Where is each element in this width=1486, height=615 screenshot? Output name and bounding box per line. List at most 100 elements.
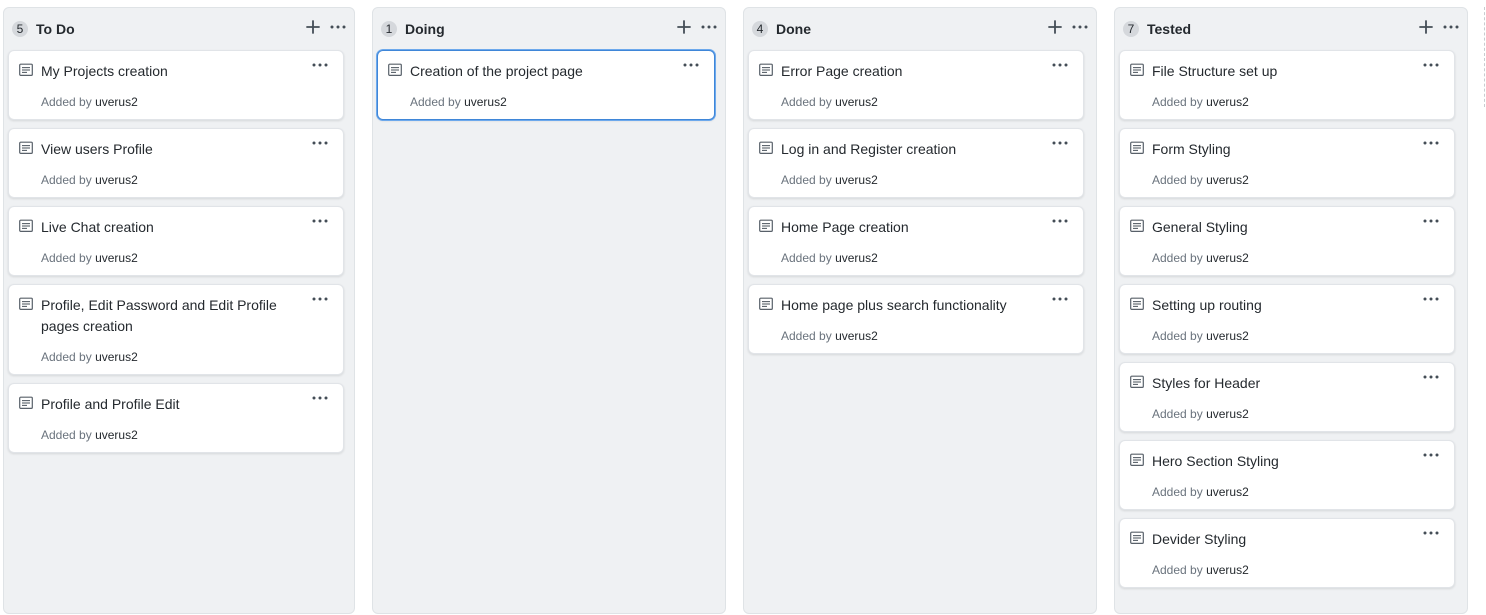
card-menu-button[interactable]: [1051, 214, 1069, 228]
card-menu-button[interactable]: [1051, 136, 1069, 150]
card-item[interactable]: Log in and Register creation Added by uve…: [748, 128, 1084, 198]
card-menu-button[interactable]: [311, 214, 329, 228]
card-item[interactable]: View users Profile Added by uverus2: [8, 128, 344, 198]
kebab-horizontal-icon: [1051, 293, 1069, 310]
card-item[interactable]: Form Styling Added by uverus2: [1119, 128, 1455, 198]
card-item[interactable]: Error Page creation Added by uverus2: [748, 50, 1084, 120]
card-title: Styles for Header: [1152, 375, 1261, 391]
card-menu-button[interactable]: [311, 292, 329, 306]
card-title: Home page plus search functionality: [781, 297, 1007, 313]
card-item[interactable]: Profile, Edit Password and Edit Profile …: [8, 284, 344, 375]
column-menu-button[interactable]: [1442, 17, 1460, 37]
kebab-horizontal-icon: [1422, 371, 1440, 388]
card-menu-button[interactable]: [1051, 58, 1069, 72]
card-item[interactable]: Live Chat creation Added by uverus2: [8, 206, 344, 276]
card-item[interactable]: Devider Styling Added by uverus2: [1119, 518, 1455, 588]
card-title: File Structure set up: [1152, 63, 1278, 79]
author-link[interactable]: uverus2: [1206, 173, 1249, 187]
card-menu-button[interactable]: [1422, 526, 1440, 540]
added-by-label: Added by: [781, 251, 832, 265]
author-link[interactable]: uverus2: [835, 95, 878, 109]
author-link[interactable]: uverus2: [95, 251, 138, 265]
author-link[interactable]: uverus2: [95, 350, 138, 364]
plus-icon: [675, 20, 693, 41]
author-link[interactable]: uverus2: [835, 251, 878, 265]
card-item[interactable]: Setting up routing Added by uverus2: [1119, 284, 1455, 354]
column-menu-button[interactable]: [700, 17, 718, 37]
card-item[interactable]: General Styling Added by uverus2: [1119, 206, 1455, 276]
card-meta: Added by uverus2: [41, 94, 138, 110]
card-item[interactable]: Profile and Profile Edit Added by uverus2: [8, 383, 344, 453]
author-link[interactable]: uverus2: [1206, 485, 1249, 499]
card-menu-button[interactable]: [1422, 58, 1440, 72]
kebab-horizontal-icon: [1051, 59, 1069, 76]
board-scroll-edge: [1484, 7, 1485, 107]
card-meta: Added by uverus2: [1152, 484, 1249, 500]
card-item[interactable]: File Structure set up Added by uverus2: [1119, 50, 1455, 120]
note-icon: [19, 63, 33, 77]
column-header: 1 Doing: [373, 8, 725, 48]
kebab-horizontal-icon: [1051, 215, 1069, 232]
card-menu-button[interactable]: [311, 58, 329, 72]
card-item[interactable]: Creation of the project page Added by uve…: [377, 50, 715, 120]
card-title: Hero Section Styling: [1152, 453, 1279, 469]
author-link[interactable]: uverus2: [95, 173, 138, 187]
card-menu-button[interactable]: [1422, 370, 1440, 384]
card-title: Devider Styling: [1152, 531, 1247, 547]
add-card-button[interactable]: [1417, 17, 1435, 37]
card-menu-button[interactable]: [1422, 448, 1440, 462]
card-meta: Added by uverus2: [781, 328, 878, 344]
author-link[interactable]: uverus2: [1206, 251, 1249, 265]
card-title: Live Chat creation: [41, 219, 154, 235]
added-by-label: Added by: [1152, 95, 1203, 109]
card-menu-button[interactable]: [1422, 214, 1440, 228]
added-by-label: Added by: [1152, 485, 1203, 499]
author-link[interactable]: uverus2: [1206, 329, 1249, 343]
card-menu-button[interactable]: [1422, 136, 1440, 150]
card-menu-button[interactable]: [311, 391, 329, 405]
note-icon: [19, 219, 33, 233]
card-meta: Added by uverus2: [41, 250, 138, 266]
kebab-horizontal-icon: [311, 215, 329, 232]
kebab-horizontal-icon: [1442, 24, 1460, 41]
note-icon: [1130, 531, 1144, 545]
card-item[interactable]: Styles for Header Added by uverus2: [1119, 362, 1455, 432]
kebab-horizontal-icon: [329, 24, 347, 41]
kebab-horizontal-icon: [1422, 137, 1440, 154]
card-item[interactable]: My Projects creation Added by uverus2: [8, 50, 344, 120]
note-icon: [759, 63, 773, 77]
project-board: 5 To Do My Projects creation Added by uveru…: [0, 0, 1486, 615]
kebab-horizontal-icon: [311, 137, 329, 154]
added-by-label: Added by: [41, 95, 92, 109]
add-card-button[interactable]: [1046, 17, 1064, 37]
column-title: Tested: [1147, 21, 1192, 37]
card-item[interactable]: Home Page creation Added by uverus2: [748, 206, 1084, 276]
card-title: Creation of the project page: [410, 63, 583, 79]
card-menu-button[interactable]: [311, 136, 329, 150]
column-menu-button[interactable]: [329, 17, 347, 37]
kebab-horizontal-icon: [700, 24, 718, 41]
card-item[interactable]: Hero Section Styling Added by uverus2: [1119, 440, 1455, 510]
card-menu-button[interactable]: [1051, 292, 1069, 306]
author-link[interactable]: uverus2: [1206, 407, 1249, 421]
card-meta: Added by uverus2: [781, 172, 878, 188]
author-link[interactable]: uverus2: [1206, 95, 1249, 109]
author-link[interactable]: uverus2: [1206, 563, 1249, 577]
add-card-button[interactable]: [304, 17, 322, 37]
column-title: Done: [776, 21, 811, 37]
card-menu-button[interactable]: [1422, 292, 1440, 306]
added-by-label: Added by: [781, 95, 832, 109]
add-card-button[interactable]: [675, 17, 693, 37]
author-link[interactable]: uverus2: [95, 428, 138, 442]
author-link[interactable]: uverus2: [464, 95, 507, 109]
note-icon: [19, 297, 33, 311]
author-link[interactable]: uverus2: [95, 95, 138, 109]
card-menu-button[interactable]: [682, 58, 700, 72]
added-by-label: Added by: [41, 251, 92, 265]
author-link[interactable]: uverus2: [835, 329, 878, 343]
card-count-badge: 5: [12, 21, 28, 37]
author-link[interactable]: uverus2: [835, 173, 878, 187]
card-item[interactable]: Home page plus search functionality Added…: [748, 284, 1084, 354]
added-by-label: Added by: [1152, 563, 1203, 577]
column-menu-button[interactable]: [1071, 17, 1089, 37]
